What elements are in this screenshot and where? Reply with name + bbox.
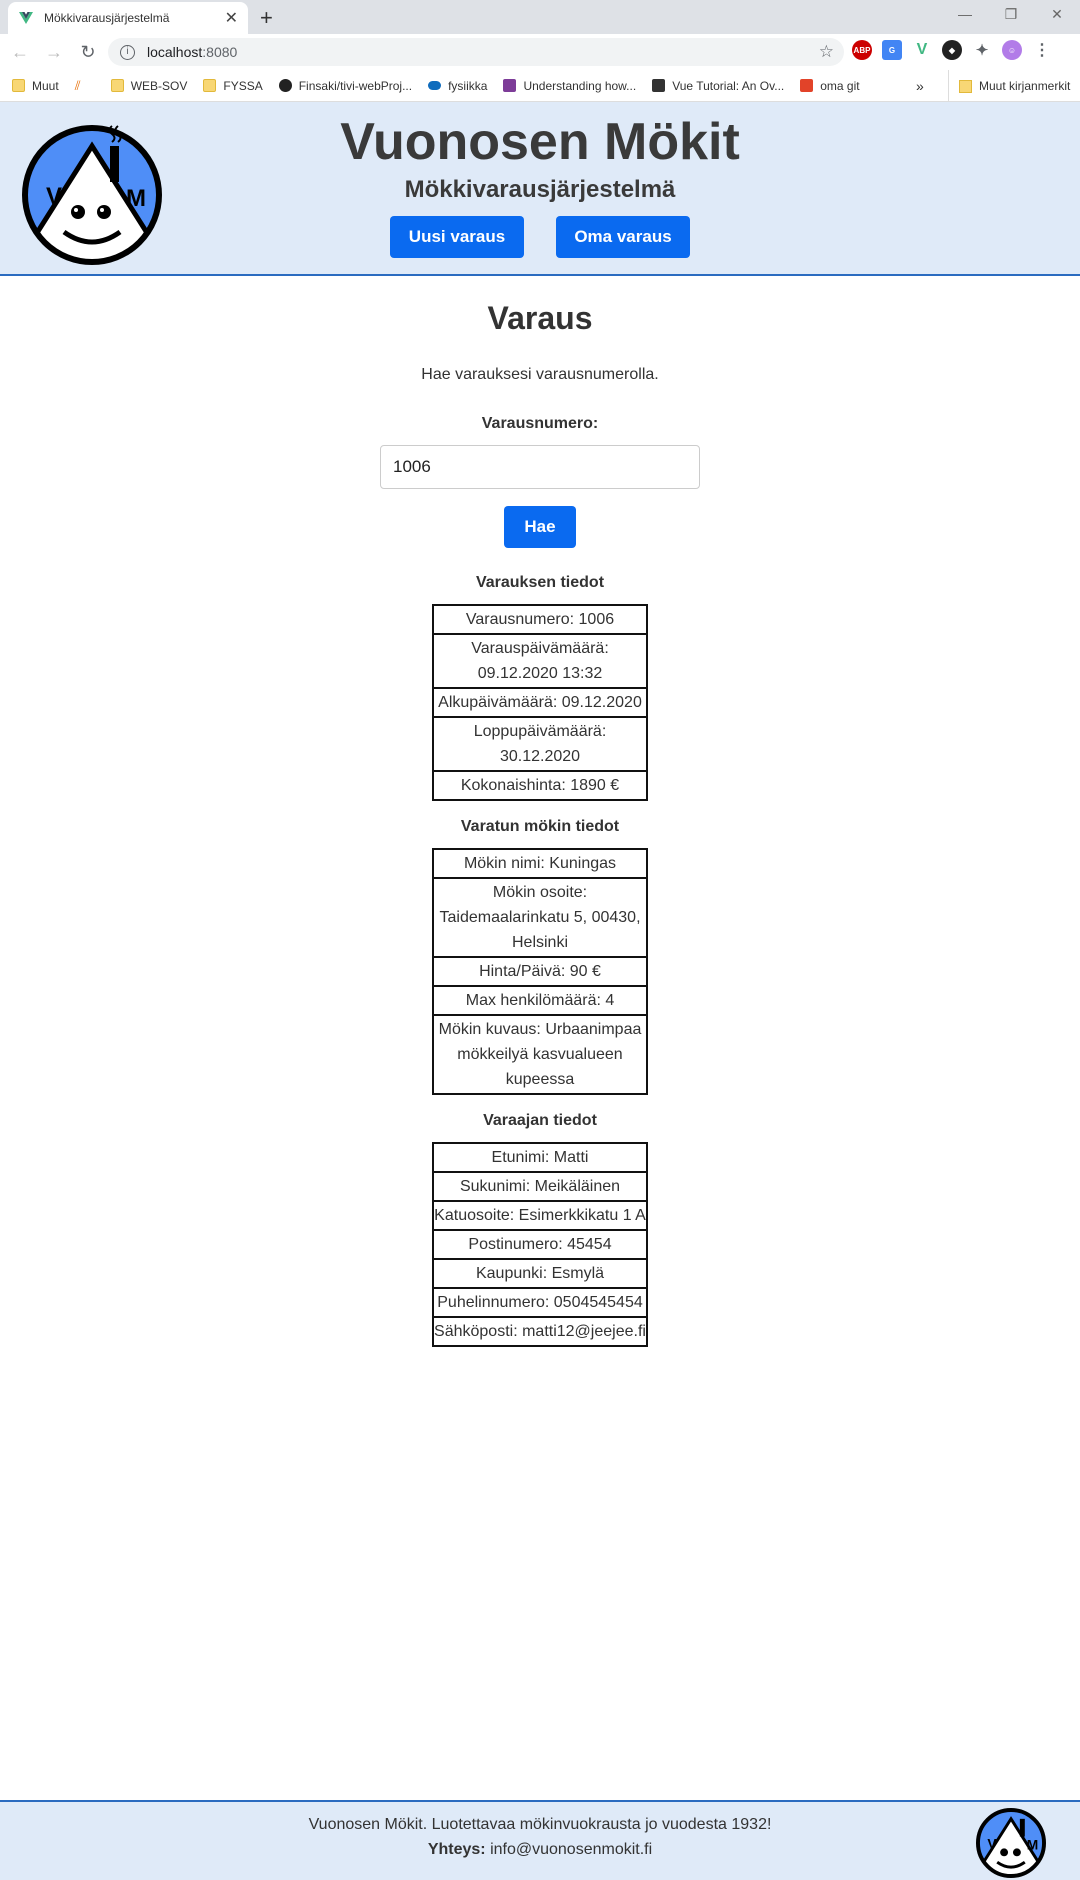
vue-favicon-icon — [19, 12, 33, 24]
profile-avatar-icon[interactable]: ☺ — [1002, 40, 1022, 60]
new-tab-icon[interactable]: + — [260, 5, 273, 31]
table-row: Kokonaishinta: 1890 € — [432, 770, 648, 801]
url-port: :8080 — [202, 44, 238, 60]
reservation-details-table: Varausnumero: 1006 Varauspäivämäärä: 09.… — [432, 604, 648, 801]
bookmark-item[interactable]: fysiikka — [428, 79, 487, 93]
bookmark-item[interactable]: Understanding how... — [503, 79, 636, 93]
table-row: Alkupäivämäärä: 09.12.2020 — [432, 687, 648, 718]
browser-toolbar: ← → ↻ i localhost:8080 ☆ ABP G V ◆ ✦ ☺ ⋮ — [0, 34, 1080, 70]
site-title: Vuonosen Mökit — [340, 113, 740, 171]
reservation-details-heading: Varauksen tiedot — [475, 574, 605, 591]
table-row: Mökin nimi: Kuningas — [432, 848, 648, 879]
footer-logo-icon: V M — [976, 1808, 1046, 1878]
table-row: Kaupunki: Esmylä — [432, 1258, 648, 1289]
table-row: Hinta/Päivä: 90 € — [432, 956, 648, 987]
bookmark-item[interactable]: Finsaki/tivi-webProj... — [278, 79, 412, 93]
intro-text: Hae varauksesi varausnumerolla. — [421, 366, 659, 383]
cottage-details-heading: Varatun mökin tiedot — [460, 818, 620, 835]
contact-label: Yhteys: — [427, 1841, 486, 1858]
browser-tab[interactable]: Mökkivarausjärjestelmä ✕ — [8, 2, 248, 34]
translate-icon[interactable]: G — [882, 40, 902, 60]
other-bookmarks[interactable]: Muut kirjanmerkit — [948, 70, 1070, 102]
folder-icon — [203, 79, 217, 92]
table-row: Etunimi: Matti — [432, 1142, 648, 1173]
table-row: Varauspäivämäärä: 09.12.2020 13:32 — [432, 633, 648, 689]
new-booking-button[interactable]: Uusi varaus — [390, 216, 524, 258]
table-row: Mökin kuvaus: Urbaanimpaa mökkeilyä kasv… — [432, 1014, 648, 1095]
customer-details-heading: Varaajan tiedot — [483, 1112, 597, 1129]
table-row: Katuosoite: Esimerkkikatu 1 A — [432, 1200, 648, 1231]
table-row: Loppupäivämäärä: 30.12.2020 — [432, 716, 648, 772]
footer-logo-letter-m: M — [1027, 1837, 1039, 1852]
table-row: Postinumero: 45454 — [432, 1229, 648, 1260]
bookmarks-bar: Muut ⫽ WEB-SOV FYSSA Finsaki/tivi-webPro… — [0, 70, 1080, 102]
table-row: Sukunimi: Meikäläinen — [432, 1171, 648, 1202]
site-header: V M Vuonosen Mökit Mökkivarausjärjestelm… — [0, 102, 1080, 276]
page-icon — [503, 79, 517, 92]
page-title: Varaus — [487, 300, 593, 336]
folder-icon — [12, 79, 25, 92]
cloud-icon — [428, 81, 442, 90]
site-footer: Vuonosen Mökit. Luotettavaa mökinvuokrau… — [0, 1800, 1080, 1880]
own-booking-button[interactable]: Oma varaus — [556, 216, 690, 258]
reservation-number-label: Varausnumero: — [481, 415, 599, 432]
search-button[interactable]: Hae — [504, 506, 576, 548]
puzzle-icon[interactable]: ✦ — [972, 40, 992, 60]
tab-close-icon[interactable]: ✕ — [225, 8, 238, 28]
customer-details-table: Etunimi: Matti Sukunimi: Meikäläinen Kat… — [432, 1142, 648, 1347]
gitlab-icon — [800, 79, 814, 92]
forward-icon[interactable]: → — [40, 42, 68, 63]
back-icon[interactable]: ← — [6, 42, 34, 63]
info-icon[interactable]: i — [120, 44, 135, 60]
save-icon — [652, 79, 666, 92]
bookmark-item[interactable]: WEB-SOV — [110, 79, 187, 93]
bookmark-item[interactable]: Muut — [12, 79, 59, 93]
bookmark-star-icon[interactable]: ☆ — [819, 42, 834, 62]
table-row: Sähköposti: matti12@jeejee.fi — [432, 1316, 648, 1347]
footer-text: Vuonosen Mökit. Luotettavaa mökinvuokrau… — [308, 1816, 772, 1833]
table-row: Mökin osoite: Taidemaalarinkatu 5, 00430… — [432, 877, 648, 958]
tab-title: Mökkivarausjärjestelmä — [44, 11, 170, 25]
bookmark-item[interactable]: ⫽ — [75, 79, 95, 92]
minimize-icon[interactable]: — — [942, 0, 988, 30]
reservation-number-input[interactable] — [380, 445, 700, 489]
close-window-icon[interactable]: ✕ — [1034, 0, 1080, 30]
site-subtitle: Mökkivarausjärjestelmä — [404, 176, 676, 203]
window-controls: — ❐ ✕ — [942, 0, 1080, 30]
cottage-details-table: Mökin nimi: Kuningas Mökin osoite: Taide… — [432, 848, 648, 1095]
menu-dots-icon[interactable]: ⋮ — [1032, 40, 1052, 60]
vue-devtools-icon[interactable]: V — [912, 40, 932, 60]
restore-icon[interactable]: ❐ — [988, 0, 1034, 30]
reload-icon[interactable]: ↻ — [74, 42, 102, 63]
footer-logo-letter-v: V — [987, 1836, 997, 1851]
bookmark-item[interactable]: FYSSA — [203, 79, 263, 93]
github-icon — [278, 79, 292, 92]
table-row: Max henkilömäärä: 4 — [432, 985, 648, 1016]
table-row: Puhelinnumero: 0504545454 — [432, 1287, 648, 1318]
contact-email[interactable]: info@vuonosenmokit.fi — [490, 1841, 652, 1858]
folder-icon — [110, 79, 124, 92]
url-text: localhost:8080 — [147, 44, 237, 60]
table-row: Varausnumero: 1006 — [432, 604, 648, 635]
feather-icon: ⫽ — [74, 78, 81, 93]
bookmark-item[interactable]: Vue Tutorial: An Ov... — [652, 79, 784, 93]
bookmark-item[interactable]: oma git — [800, 79, 860, 93]
bookmarks-more-icon[interactable]: » — [916, 78, 924, 94]
url-host: localhost — [147, 44, 203, 60]
extension-icon[interactable]: ◆ — [942, 40, 962, 60]
browser-tab-bar: Mökkivarausjärjestelmä ✕ + — ❐ ✕ — [0, 0, 1080, 34]
address-bar[interactable]: i localhost:8080 ☆ — [108, 38, 844, 66]
adblock-icon[interactable]: ABP — [852, 40, 872, 60]
footer-contact: Yhteys: info@vuonosenmokit.fi — [0, 1841, 1080, 1859]
extensions-area: ABP G V ◆ ✦ ☺ ⋮ — [852, 40, 1052, 60]
folder-icon — [959, 79, 972, 93]
